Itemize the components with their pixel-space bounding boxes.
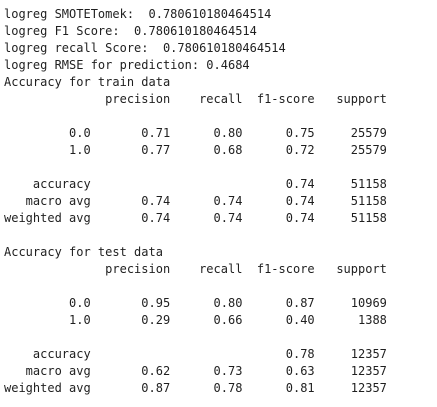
train-report-title: Accuracy for train data bbox=[4, 75, 171, 89]
f1-score-line: logreg F1 Score: 0.780610180464514 bbox=[4, 24, 257, 38]
test-row-weighted-avg: weighted avg 0.87 0.78 0.81 12357 bbox=[4, 381, 387, 395]
train-row-class-0: 0.0 0.71 0.80 0.75 25579 bbox=[4, 126, 387, 140]
test-row-class-1: 1.0 0.29 0.66 0.40 1388 bbox=[4, 313, 387, 327]
train-report-header: precision recall f1-score support bbox=[4, 92, 387, 106]
recall-score-line: logreg recall Score: 0.780610180464514 bbox=[4, 41, 286, 55]
train-row-class-1: 1.0 0.77 0.68 0.72 25579 bbox=[4, 143, 387, 157]
test-row-macro-avg: macro avg 0.62 0.73 0.63 12357 bbox=[4, 364, 387, 378]
train-row-macro-avg: macro avg 0.74 0.74 0.74 51158 bbox=[4, 194, 387, 208]
smotetomek-score-line: logreg SMOTETomek: 0.780610180464514 bbox=[4, 7, 272, 21]
test-row-accuracy: accuracy 0.78 12357 bbox=[4, 347, 387, 361]
test-row-class-0: 0.0 0.95 0.80 0.87 10969 bbox=[4, 296, 387, 310]
train-row-weighted-avg: weighted avg 0.74 0.74 0.74 51158 bbox=[4, 211, 387, 225]
test-report-header: precision recall f1-score support bbox=[4, 262, 387, 276]
test-report-title: Accuracy for test data bbox=[4, 245, 163, 259]
rmse-line: logreg RMSE for prediction: 0.4684 bbox=[4, 58, 250, 72]
console-output: logreg SMOTETomek: 0.780610180464514 logr… bbox=[4, 6, 387, 397]
train-row-accuracy: accuracy 0.74 51158 bbox=[4, 177, 387, 191]
